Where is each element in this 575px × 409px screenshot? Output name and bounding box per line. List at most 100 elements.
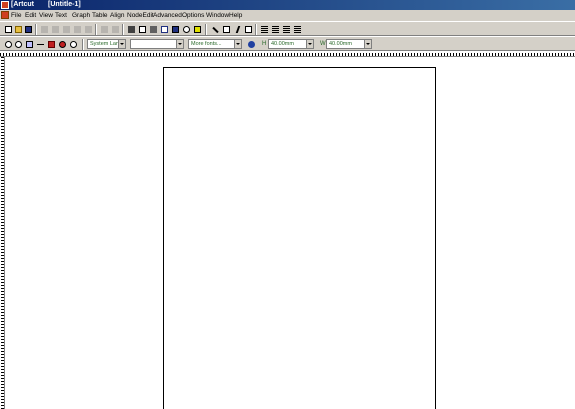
menu-bar: File Edit View Text Graph Table Align No…	[0, 10, 575, 21]
width-label: W	[320, 41, 326, 47]
zoom-out-icon	[15, 41, 22, 48]
format-toolbar: System Lan More fonts... H 40.00mm W 40.…	[0, 36, 575, 51]
menu-file[interactable]: File	[11, 12, 21, 19]
app-title: [Artcut	[11, 1, 34, 8]
menu-options[interactable]: Options	[182, 12, 204, 19]
redo-button[interactable]	[99, 24, 109, 34]
print-icon	[150, 26, 157, 33]
align-center-button[interactable]	[270, 24, 280, 34]
cut-icon	[41, 26, 48, 33]
separator	[255, 24, 257, 35]
menu-nodeedit[interactable]: NodeEdit	[127, 12, 154, 19]
height-field[interactable]: 40.00mm	[268, 39, 314, 49]
separator	[35, 24, 37, 35]
justify-icon	[294, 26, 301, 33]
zoom-in-icon	[5, 41, 12, 48]
zoom-window-button[interactable]	[24, 39, 34, 49]
preview-icon	[161, 26, 168, 33]
open-icon	[15, 26, 22, 33]
plot-button[interactable]	[170, 24, 180, 34]
align-left-button[interactable]	[259, 24, 269, 34]
align-right-icon	[283, 26, 290, 33]
separator	[205, 24, 207, 35]
chevron-down-icon[interactable]	[176, 40, 183, 48]
document-page[interactable]	[163, 67, 436, 409]
text-box-icon	[245, 26, 252, 33]
menu-edit[interactable]: Edit	[25, 12, 36, 19]
menu-text[interactable]: Text	[55, 12, 67, 19]
save-icon	[25, 26, 32, 33]
export-icon	[128, 26, 135, 33]
plot-icon	[172, 26, 179, 33]
import-icon	[112, 26, 119, 33]
help-button[interactable]	[192, 24, 202, 34]
menu-view[interactable]: View	[39, 12, 53, 19]
menu-help[interactable]: Help	[229, 12, 242, 19]
menu-window[interactable]: Window	[206, 12, 229, 19]
pan-button[interactable]	[35, 39, 45, 49]
text-tool-icon	[223, 26, 230, 33]
more-fonts-combo[interactable]: More fonts...	[188, 39, 242, 49]
new-button[interactable]	[3, 24, 13, 34]
menu-advanced[interactable]: Advanced	[153, 12, 182, 19]
align-left-icon	[261, 26, 268, 33]
document-icon[interactable]	[1, 11, 9, 19]
size-combo[interactable]	[130, 39, 184, 49]
chevron-down-icon[interactable]	[306, 40, 313, 48]
justify-button[interactable]	[292, 24, 302, 34]
copy-button[interactable]	[50, 24, 60, 34]
undo-button[interactable]	[83, 24, 93, 34]
more-fonts-value: More fonts...	[191, 41, 222, 47]
redo-icon	[101, 26, 108, 33]
bulb-button[interactable]	[181, 24, 191, 34]
chevron-down-icon[interactable]	[364, 40, 371, 48]
font-combo[interactable]: System Lan	[87, 39, 126, 49]
delete-button[interactable]	[72, 24, 82, 34]
zoom-all-icon	[59, 41, 66, 48]
italic-button[interactable]	[232, 24, 242, 34]
node-edit-button[interactable]	[210, 24, 220, 34]
chevron-down-icon[interactable]	[234, 40, 241, 48]
print-button[interactable]	[137, 24, 147, 34]
font-style-button[interactable]	[246, 39, 256, 49]
menu-align[interactable]: Align	[110, 12, 124, 19]
vertical-ruler[interactable]	[0, 57, 5, 409]
align-right-button[interactable]	[281, 24, 291, 34]
width-field[interactable]: 40.00mm	[326, 39, 372, 49]
zoom-out-button[interactable]	[13, 39, 23, 49]
text-box-button[interactable]	[243, 24, 253, 34]
bulb-icon	[183, 26, 190, 33]
print-setup-button[interactable]	[148, 24, 158, 34]
height-label: H	[262, 41, 267, 47]
width-value: 40.00mm	[329, 41, 352, 47]
export-button[interactable]	[126, 24, 136, 34]
text-tool-button[interactable]	[221, 24, 231, 34]
copy-icon	[52, 26, 59, 33]
separator	[82, 39, 84, 50]
paste-icon	[63, 26, 70, 33]
paste-button[interactable]	[61, 24, 71, 34]
open-button[interactable]	[13, 24, 23, 34]
zoom-all-button[interactable]	[57, 39, 67, 49]
zoom-page-button[interactable]	[46, 39, 56, 49]
new-icon	[5, 26, 12, 33]
align-center-icon	[272, 26, 279, 33]
preview-button[interactable]	[159, 24, 169, 34]
separator	[122, 24, 124, 35]
zoom-select-button[interactable]	[68, 39, 78, 49]
help-icon	[194, 26, 201, 33]
height-value: 40.00mm	[271, 41, 294, 47]
import-button[interactable]	[110, 24, 120, 34]
pan-icon	[37, 44, 44, 45]
node-edit-icon	[212, 26, 219, 34]
font-combo-value: System Lan	[90, 41, 120, 47]
horizontal-ruler[interactable]	[0, 51, 575, 57]
menu-graph[interactable]: Graph	[72, 12, 90, 19]
menu-table[interactable]: Table	[92, 12, 108, 19]
zoom-in-button[interactable]	[3, 39, 13, 49]
save-button[interactable]	[23, 24, 33, 34]
app-icon[interactable]	[1, 1, 9, 9]
cut-button[interactable]	[39, 24, 49, 34]
chevron-down-icon[interactable]	[118, 40, 125, 48]
delete-icon	[74, 26, 81, 33]
